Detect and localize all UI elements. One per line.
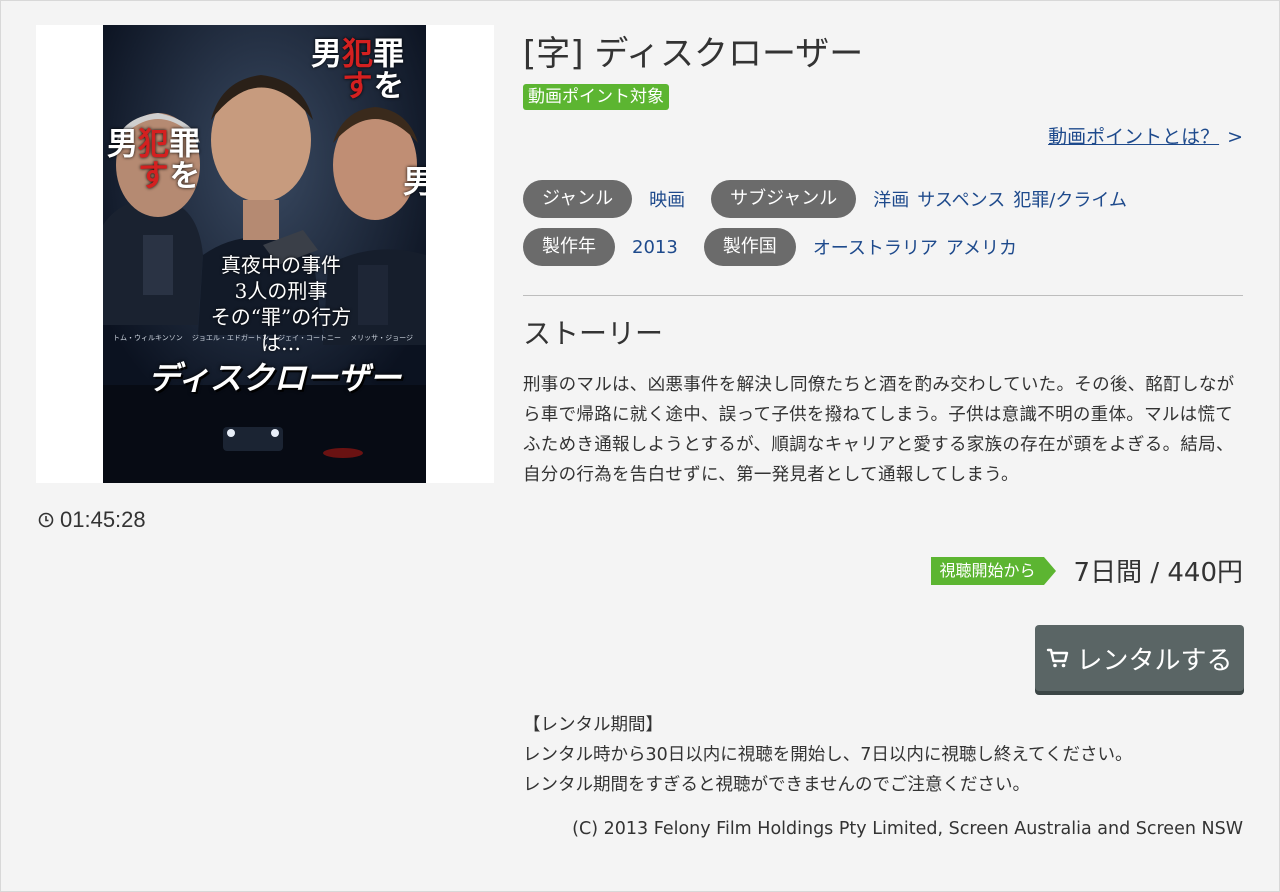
price-badge: 視聴開始から xyxy=(930,556,1056,585)
poster-container: 罪を 犯す 男 罪を 犯す 男 罪を 暴く 男 真夜中の事件 3人の刑事 その“… xyxy=(36,25,494,483)
cart-icon xyxy=(1047,648,1069,668)
point-info-link-label: 動画ポイントとは？ xyxy=(1048,126,1220,148)
clock-icon xyxy=(38,512,54,528)
meta-row-genre: ジャンル 映画 サブジャンル 洋画 サスペンス 犯罪/クライム xyxy=(523,180,1153,218)
subgenre-value[interactable]: サスペンス xyxy=(917,190,1005,211)
country-tag: 製作国 xyxy=(703,228,796,266)
story-heading: ストーリー xyxy=(523,317,664,350)
country-values[interactable]: オーストラリア アメリカ xyxy=(813,234,1017,260)
duration-value: 01:45:28 xyxy=(60,507,146,532)
poster-text-center: 罪を 犯す 男 xyxy=(305,37,403,101)
point-badge: 動画ポイント対象 xyxy=(523,84,669,110)
price-row: 視聴開始から 7日間 / 440円 xyxy=(930,552,1243,589)
copyright: (C) 2013 Felony Film Holdings Pty Limite… xyxy=(572,819,1243,839)
rental-info-line: レンタル期間をすぎると視聴ができませんのでご注意ください。 xyxy=(523,775,1030,795)
chevron-right-icon: > xyxy=(1227,126,1243,148)
rent-button[interactable]: レンタルする xyxy=(1035,625,1244,691)
poster-text-right: 罪を 暴く 男 xyxy=(397,165,426,197)
subgenre-tag: サブジャンル xyxy=(711,180,857,218)
country-value[interactable]: オーストラリア xyxy=(813,238,938,259)
country-value[interactable]: アメリカ xyxy=(946,238,1017,259)
point-info-link[interactable]: 動画ポイントとは？ > xyxy=(1048,122,1243,149)
poster-text-left: 罪を 犯す 男 xyxy=(103,127,199,191)
page-title: [字] ディスクローザー xyxy=(523,34,864,74)
movie-poster[interactable]: 罪を 犯す 男 罪を 犯す 男 罪を 暴く 男 真夜中の事件 3人の刑事 その“… xyxy=(103,25,426,483)
genre-tag: ジャンル xyxy=(523,180,633,218)
rental-info: 【レンタル期間】 レンタル時から30日以内に視聴を開始し、7日以内に視聴し終えて… xyxy=(523,710,1133,800)
rent-button-label: レンタルする xyxy=(1076,645,1233,676)
genre-value[interactable]: 映画 xyxy=(649,186,685,212)
subgenre-value[interactable]: 犯罪/クライム xyxy=(1013,190,1127,211)
meta-row-production: 製作年 2013 製作国 オーストラリア アメリカ xyxy=(523,228,1043,266)
rental-info-line: レンタル時から30日以内に視聴を開始し、7日以内に視聴し終えてください。 xyxy=(523,745,1133,765)
story-text: 刑事のマルは、凶悪事件を解決し同僚たちと酒を酌み交わしていた。その後、酩酊しなが… xyxy=(523,375,1235,485)
divider xyxy=(523,295,1243,296)
poster-title: ディスクローザー xyxy=(148,359,402,397)
price-text: 7日間 / 440円 xyxy=(1073,558,1243,588)
duration: 01:45:28 xyxy=(38,507,146,533)
subgenre-values[interactable]: 洋画 サスペンス 犯罪/クライム xyxy=(873,186,1127,212)
year-tag: 製作年 xyxy=(523,228,615,266)
rental-info-heading: 【レンタル期間】 xyxy=(523,715,663,735)
year-value[interactable]: 2013 xyxy=(632,237,678,258)
subgenre-value[interactable]: 洋画 xyxy=(873,190,909,211)
poster-accident-mark xyxy=(323,448,363,458)
poster-cast: トム・ウィルキンソン ジョエル・エドガートン ジェイ・コートニー メリッサ・ジョ… xyxy=(113,334,413,342)
